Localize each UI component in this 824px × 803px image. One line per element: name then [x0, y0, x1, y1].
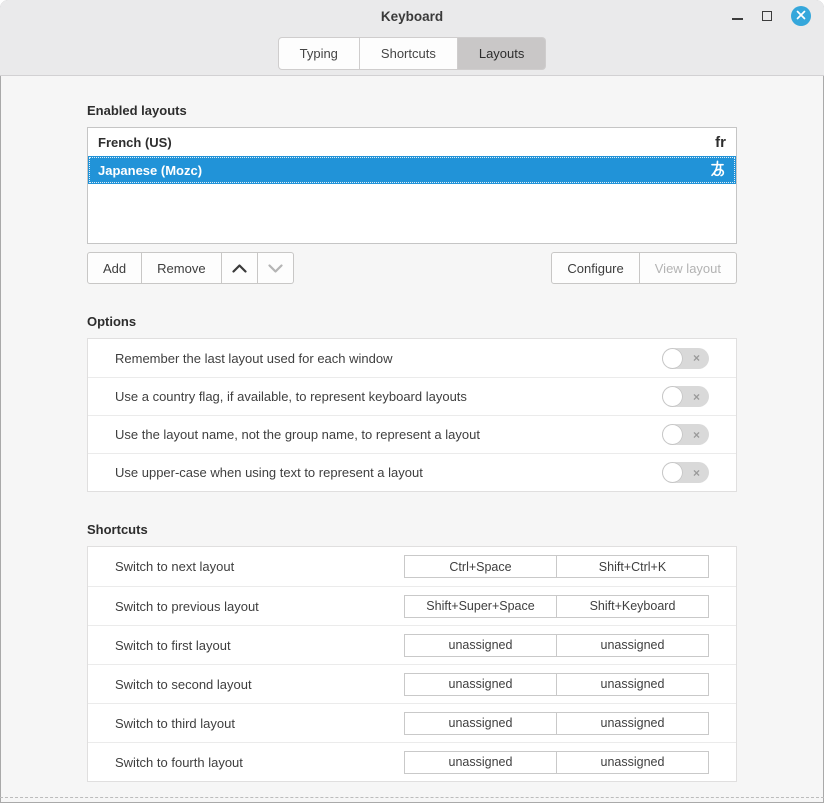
shortcut-row-next-layout: Switch to next layout Ctrl+Space Shift+C…	[88, 547, 736, 586]
keybinding-button-2[interactable]: Shift+Ctrl+K	[557, 555, 709, 578]
keybinding-pair: Shift+Super+Space Shift+Keyboard	[404, 595, 709, 618]
toggle-off-icon: ×	[693, 352, 700, 364]
shortcuts-heading: Shortcuts	[87, 522, 737, 537]
titlebar: Keyboard	[0, 0, 824, 32]
option-label: Use upper-case when using text to repres…	[115, 465, 423, 480]
keybinding-pair: unassigned unassigned	[404, 712, 709, 735]
option-label: Use the layout name, not the group name,…	[115, 427, 480, 442]
keybinding-pair: unassigned unassigned	[404, 751, 709, 774]
shortcut-label: Switch to third layout	[115, 716, 235, 731]
keybinding-button-1[interactable]: unassigned	[404, 712, 557, 735]
shortcut-label: Switch to previous layout	[115, 599, 259, 614]
close-button[interactable]	[791, 6, 811, 26]
toggle-off-icon: ×	[693, 391, 700, 403]
toggle-knob	[662, 348, 683, 369]
option-label: Use a country flag, if available, to rep…	[115, 389, 467, 404]
keybinding-button-1[interactable]: Shift+Super+Space	[404, 595, 557, 618]
option-row-layout-name: Use the layout name, not the group name,…	[88, 415, 736, 453]
add-button[interactable]: Add	[87, 252, 142, 284]
list-edit-button-group: Add Remove	[87, 252, 294, 284]
tab-shortcuts[interactable]: Shortcuts	[360, 37, 458, 70]
chevron-down-icon	[268, 261, 283, 276]
enabled-layouts-heading: Enabled layouts	[87, 103, 737, 118]
tab-typing[interactable]: Typing	[278, 37, 360, 70]
shortcuts-box: Switch to next layout Ctrl+Space Shift+C…	[87, 546, 737, 782]
keybinding-button-2[interactable]: unassigned	[557, 634, 709, 657]
keybinding-button-2[interactable]: unassigned	[557, 712, 709, 735]
toggle-remember-layout[interactable]: ×	[662, 348, 709, 369]
toggle-knob	[662, 424, 683, 445]
enabled-layouts-list: French (US) fr Japanese (Mozc)	[87, 127, 737, 244]
toggle-knob	[662, 386, 683, 407]
option-row-remember-layout: Remember the last layout used for each w…	[88, 339, 736, 377]
keybinding-button-1[interactable]: Ctrl+Space	[404, 555, 557, 578]
keybinding-button-2[interactable]: unassigned	[557, 751, 709, 774]
option-row-country-flag: Use a country flag, if available, to rep…	[88, 377, 736, 415]
keybinding-pair: unassigned unassigned	[404, 634, 709, 657]
layout-name: Japanese (Mozc)	[98, 163, 202, 178]
options-box: Remember the last layout used for each w…	[87, 338, 737, 492]
shortcut-row-third-layout: Switch to third layout unassigned unassi…	[88, 703, 736, 742]
layout-tools-button-group: Configure View layout	[551, 252, 737, 284]
layout-badge-fr: fr	[715, 135, 726, 150]
remove-button[interactable]: Remove	[142, 252, 221, 284]
shortcut-row-fourth-layout: Switch to fourth layout unassigned unass…	[88, 742, 736, 781]
hiragana-a-badge-icon	[709, 160, 726, 180]
toggle-off-icon: ×	[693, 429, 700, 441]
keybinding-pair: unassigned unassigned	[404, 673, 709, 696]
shortcut-label: Switch to fourth layout	[115, 755, 243, 770]
list-actions: Add Remove Configure View layout	[87, 252, 737, 284]
keyboard-settings-window: Keyboard Typing Shortcuts Layouts Enable…	[0, 0, 824, 803]
minimize-button[interactable]	[732, 18, 743, 20]
shortcut-label: Switch to first layout	[115, 638, 231, 653]
shortcut-row-second-layout: Switch to second layout unassigned unass…	[88, 664, 736, 703]
window-title: Keyboard	[0, 9, 824, 24]
toggle-layout-name[interactable]: ×	[662, 424, 709, 445]
move-down-button[interactable]	[258, 252, 294, 284]
window-bottom-edge	[0, 797, 824, 798]
toggle-off-icon: ×	[693, 467, 700, 479]
layout-row-french[interactable]: French (US) fr	[88, 128, 736, 156]
maximize-button[interactable]	[762, 11, 772, 21]
shortcut-row-first-layout: Switch to first layout unassigned unassi…	[88, 625, 736, 664]
options-heading: Options	[87, 314, 737, 329]
toggle-upper-case[interactable]: ×	[662, 462, 709, 483]
shortcut-row-previous-layout: Switch to previous layout Shift+Super+Sp…	[88, 586, 736, 625]
layout-name: French (US)	[98, 135, 172, 150]
view-layout-button[interactable]: View layout	[640, 252, 737, 284]
option-row-upper-case: Use upper-case when using text to repres…	[88, 453, 736, 491]
layout-row-japanese[interactable]: Japanese (Mozc)	[88, 156, 736, 184]
tab-layouts[interactable]: Layouts	[458, 37, 547, 70]
chevron-up-icon	[232, 261, 247, 276]
keybinding-button-1[interactable]: unassigned	[404, 673, 557, 696]
close-icon	[796, 7, 806, 25]
shortcut-label: Switch to second layout	[115, 677, 252, 692]
toggle-knob	[662, 462, 683, 483]
tab-bar: Typing Shortcuts Layouts	[0, 32, 824, 76]
keybinding-button-1[interactable]: unassigned	[404, 751, 557, 774]
option-label: Remember the last layout used for each w…	[115, 351, 392, 366]
shortcut-label: Switch to next layout	[115, 559, 234, 574]
toggle-country-flag[interactable]: ×	[662, 386, 709, 407]
layouts-panel: Enabled layouts French (US) fr Japanese …	[0, 76, 824, 782]
keybinding-button-2[interactable]: unassigned	[557, 673, 709, 696]
keybinding-button-1[interactable]: unassigned	[404, 634, 557, 657]
keybinding-button-2[interactable]: Shift+Keyboard	[557, 595, 709, 618]
tab-group: Typing Shortcuts Layouts	[278, 37, 547, 70]
configure-button[interactable]: Configure	[551, 252, 639, 284]
keybinding-pair: Ctrl+Space Shift+Ctrl+K	[404, 555, 709, 578]
window-controls	[732, 6, 824, 26]
move-up-button[interactable]	[222, 252, 258, 284]
